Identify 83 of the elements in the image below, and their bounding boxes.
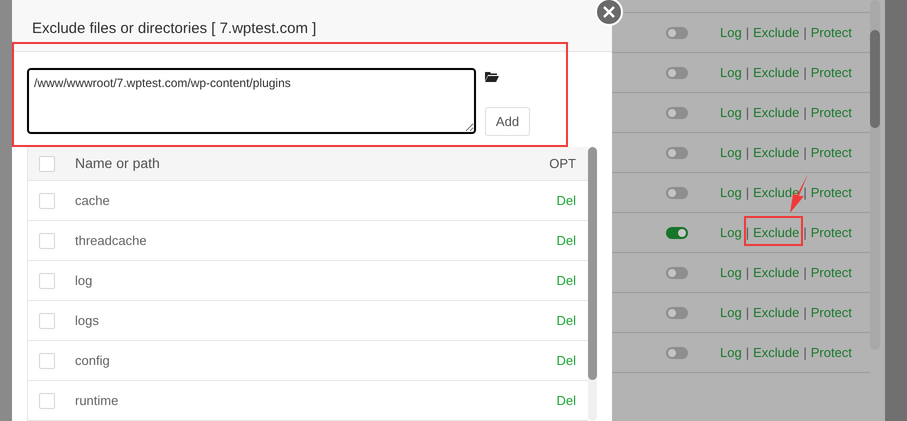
delete-link[interactable]: Del — [556, 230, 576, 250]
protect-link[interactable]: Protect — [810, 22, 852, 42]
table-cell-text: config — [75, 352, 110, 370]
toggle-switch[interactable] — [666, 66, 688, 78]
page-scrollbar[interactable] — [870, 0, 880, 350]
exclude-link[interactable]: Exclude — [753, 262, 800, 282]
separator: | — [803, 64, 807, 82]
protect-link[interactable]: Protect — [810, 262, 852, 282]
separator: | — [803, 344, 807, 362]
log-link[interactable]: Log — [720, 142, 742, 162]
column-header: Name or path — [75, 154, 160, 173]
add-button[interactable]: Add — [485, 107, 530, 136]
toggle-switch[interactable] — [666, 146, 688, 158]
separator: | — [746, 24, 750, 42]
separator: | — [803, 24, 807, 42]
table-cell-text: runtime — [75, 392, 118, 410]
toggle-switch[interactable] — [666, 26, 688, 38]
toggle-switch[interactable] — [666, 266, 688, 278]
delete-link[interactable]: Del — [556, 270, 576, 290]
log-link[interactable]: Log — [720, 302, 742, 322]
separator: | — [803, 104, 807, 122]
separator: | — [746, 144, 750, 162]
separator: | — [746, 344, 750, 362]
exclude-link[interactable]: Exclude — [753, 222, 800, 242]
checkbox[interactable] — [39, 232, 55, 248]
exclude-link[interactable]: Exclude — [753, 62, 800, 82]
exclude-link[interactable]: Exclude — [753, 22, 800, 42]
protect-link[interactable]: Protect — [810, 102, 852, 122]
separator: | — [746, 184, 750, 202]
separator: | — [746, 104, 750, 122]
separator: | — [746, 304, 750, 322]
protect-link[interactable]: Protect — [810, 302, 852, 322]
protect-link[interactable]: Protect — [810, 222, 852, 242]
protect-link[interactable]: Protect — [810, 62, 852, 82]
scrollbar[interactable] — [588, 147, 597, 421]
separator: | — [746, 64, 750, 82]
folder-icon[interactable] — [485, 71, 499, 82]
exclude-link[interactable]: Exclude — [753, 102, 800, 122]
checkbox[interactable] — [39, 392, 55, 408]
separator: | — [803, 184, 807, 202]
table-cell-text: threadcache — [75, 232, 147, 250]
table-cell-text: cache — [75, 192, 110, 210]
separator: | — [803, 224, 807, 242]
separator: | — [803, 304, 807, 322]
checkbox[interactable] — [39, 352, 55, 368]
exclude-link[interactable]: Exclude — [753, 302, 800, 322]
toggle-switch[interactable] — [666, 186, 688, 198]
annotation-frame — [744, 216, 803, 246]
dialog-title: Exclude files or directories [ 7.wptest.com ] — [32, 18, 316, 38]
separator: | — [746, 224, 750, 242]
protect-link[interactable]: Protect — [810, 182, 852, 202]
exclude-link[interactable]: Exclude — [753, 142, 800, 162]
delete-link[interactable]: Del — [556, 350, 576, 370]
log-link[interactable]: Log — [720, 222, 742, 242]
toggle-switch[interactable] — [666, 226, 688, 238]
separator: | — [803, 144, 807, 162]
log-link[interactable]: Log — [720, 102, 742, 122]
close-icon — [603, 6, 615, 18]
delete-link[interactable]: Del — [556, 390, 576, 410]
log-link[interactable]: Log — [720, 62, 742, 82]
log-link[interactable]: Log — [720, 262, 742, 282]
checkbox[interactable] — [39, 192, 55, 208]
separator: | — [746, 264, 750, 282]
delete-link[interactable]: Del — [556, 190, 576, 210]
log-link[interactable]: Log — [720, 22, 742, 42]
checkbox[interactable] — [39, 312, 55, 328]
path-input-field[interactable]: /www/wwwroot/7.wptest.com/wp-content/plugins — [27, 68, 476, 134]
exclude-link[interactable]: Exclude — [753, 182, 800, 202]
column-header: OPT — [549, 154, 576, 173]
toggle-switch[interactable] — [666, 306, 688, 318]
toggle-switch[interactable] — [666, 106, 688, 118]
toggle-switch[interactable] — [666, 346, 688, 358]
log-link[interactable]: Log — [720, 182, 742, 202]
protect-link[interactable]: Protect — [810, 342, 852, 362]
exclude-link[interactable]: Exclude — [753, 342, 800, 362]
table-cell-text: logs — [75, 312, 99, 330]
table-cell-text: log — [75, 272, 92, 290]
delete-link[interactable]: Del — [556, 310, 576, 330]
separator: | — [803, 264, 807, 282]
checkbox[interactable] — [39, 156, 55, 172]
protect-link[interactable]: Protect — [810, 142, 852, 162]
checkbox[interactable] — [39, 272, 55, 288]
log-link[interactable]: Log — [720, 342, 742, 362]
